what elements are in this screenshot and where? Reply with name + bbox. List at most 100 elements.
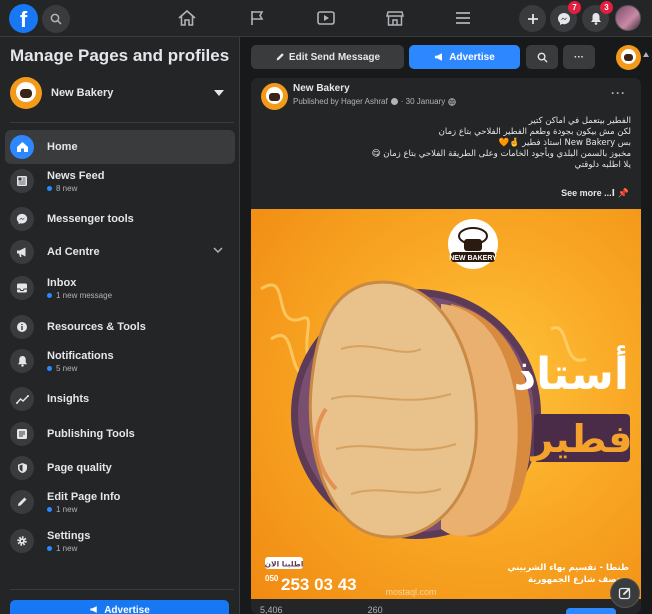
sidebar-item-sub: 8 new [47,184,104,193]
sidebar-item-publishing-tools[interactable]: Publishing Tools [5,417,235,451]
info-circle-icon [390,98,398,105]
headline-2: فطير [529,417,632,461]
flag-icon [251,11,264,25]
nav-menu-button[interactable] [450,6,476,30]
sidebar-item-label: Resources & Tools [47,321,146,333]
phone-prefix: 050 [265,574,279,583]
post-date[interactable]: 30 January [406,97,446,106]
sidebar-item-edit-page-info[interactable]: Edit Page Info 1 new [5,485,235,519]
post-meta: Published by Hager Ashraf · 30 January [293,97,456,106]
sidebar-item-notifications[interactable]: Notifications 5 new [5,344,235,378]
sidebar-item-news-feed[interactable]: News Feed 8 new [5,164,235,198]
divider [10,589,234,590]
shield-icon [10,456,34,480]
sidebar-item-label: Publishing Tools [47,428,135,440]
post-likes-count[interactable]: 5,406 [260,605,283,614]
sidebar-item-settings[interactable]: Settings 1 new [5,524,235,558]
megaphone-icon [435,53,443,61]
notifications-button[interactable]: 3 [582,1,613,32]
page-switcher[interactable]: New Bakery [10,75,232,111]
address-line-1: طنطا - تقسيم بهاء الشربيني [507,563,629,573]
pushpin-icon: 📌 [617,188,629,198]
sidebar-item-label: Settings [47,529,91,542]
sidebar-advertise-button[interactable]: Advertise [10,600,229,614]
sidebar-item-label: Notifications [47,349,114,362]
sidebar-item-label: Ad Centre [47,246,100,258]
sidebar-item-insights[interactable]: Insights [5,382,235,416]
sidebar-item-label: News Feed [47,169,105,182]
info-icon [10,315,34,339]
post-comments-count[interactable]: 260 [368,605,383,614]
edit-send-message-label: Edit Send Message [288,51,381,63]
page-profile-button[interactable] [616,45,641,70]
messenger-button[interactable]: 7 [550,1,581,32]
compose-message-button[interactable] [610,578,640,608]
post-options-button[interactable]: ··· [611,86,626,100]
search-button[interactable] [42,5,70,33]
see-more-label: See more ...ا [561,188,615,198]
see-more-link[interactable]: See more ...ا 📌 [561,188,629,199]
post-page-avatar[interactable] [261,83,288,110]
sidebar-title: Manage Pages and profiles [10,46,230,65]
sidebar-item-sub-text: 1 new [56,504,78,514]
video-icon [317,11,335,25]
plus-icon [527,13,538,24]
sidebar-item-resources-tools[interactable]: Resources & Tools [5,310,235,344]
watermark: mostaql.com [385,587,436,597]
facebook-logo[interactable]: f [9,4,38,33]
notifications-badge: 3 [600,1,613,14]
gear-icon [10,529,34,553]
order-now-label: اطلبنا الان [265,560,304,569]
sidebar-item-label: Edit Page Info [47,490,121,503]
store-icon [386,11,404,26]
post-published-by: Published by Hager Ashraf [293,97,388,106]
nav-home-button[interactable] [174,6,200,30]
sidebar-item-sub-text: 5 new [56,363,78,373]
advertise-label: Advertise [449,51,495,63]
profile-avatar[interactable] [615,5,641,31]
compose-icon [618,587,631,600]
chevron-down-icon [213,247,223,254]
more-options-button[interactable]: ··· [563,45,595,69]
nav-watch-button[interactable] [313,6,339,30]
post-text-line: بس New Bakery استاذ فطير 🤞🧡 [498,138,631,148]
post-page-name[interactable]: New Bakery [293,83,350,94]
logo-text: NEW BAKERY [449,255,497,262]
more-options-label: ··· [574,51,584,63]
page-search-button[interactable] [526,45,558,69]
sidebar-item-sub: 1 new [47,544,90,553]
sidebar-item-sub: 1 new [47,505,120,514]
post-text-line: لكن مش بيكون بجودة وطعم الفطير الفلاحي ب… [438,127,631,137]
post-image[interactable]: NEW BAKERY أستاذ فطير اطلبنا الان 050 25… [251,209,641,599]
sidebar-item-home[interactable]: Home [5,130,235,164]
sidebar-item-messenger-tools[interactable]: Messenger tools [5,202,235,236]
top-navigation-bar: f 7 3 [0,0,652,37]
post-stats: 5,406 260 [260,605,383,614]
advertise-button[interactable]: Advertise [409,45,520,69]
page-logo [10,77,42,109]
messenger-icon [557,12,570,25]
publishing-icon [10,422,34,446]
boost-post-button[interactable] [566,608,616,614]
sidebar-advertise-label: Advertise [104,605,150,614]
megaphone-icon [10,240,34,264]
page-switcher-name: New Bakery [51,87,114,99]
new-bakery-logo: NEW BAKERY [448,219,498,269]
sidebar-item-inbox[interactable]: Inbox 1 new message [5,271,235,305]
nav-pages-button[interactable] [244,6,270,30]
bell-icon [10,349,34,373]
nav-marketplace-button[interactable] [382,6,408,30]
post-text-line: الفطير بيتعمل في اماكن كتير [528,116,631,126]
sidebar-item-ad-centre[interactable]: Ad Centre [5,235,235,269]
inbox-icon [10,276,34,300]
insights-icon [10,387,34,411]
pencil-icon [276,53,284,61]
scrollbar-up-arrow[interactable] [643,52,649,57]
create-button[interactable] [519,5,546,32]
sidebar-item-label: Inbox [47,276,77,289]
sidebar-item-label: Messenger tools [47,213,134,225]
globe-icon [448,97,456,106]
edit-send-message-button[interactable]: Edit Send Message [251,45,404,69]
sidebar-item-page-quality[interactable]: Page quality [5,451,235,485]
search-icon [50,13,62,25]
